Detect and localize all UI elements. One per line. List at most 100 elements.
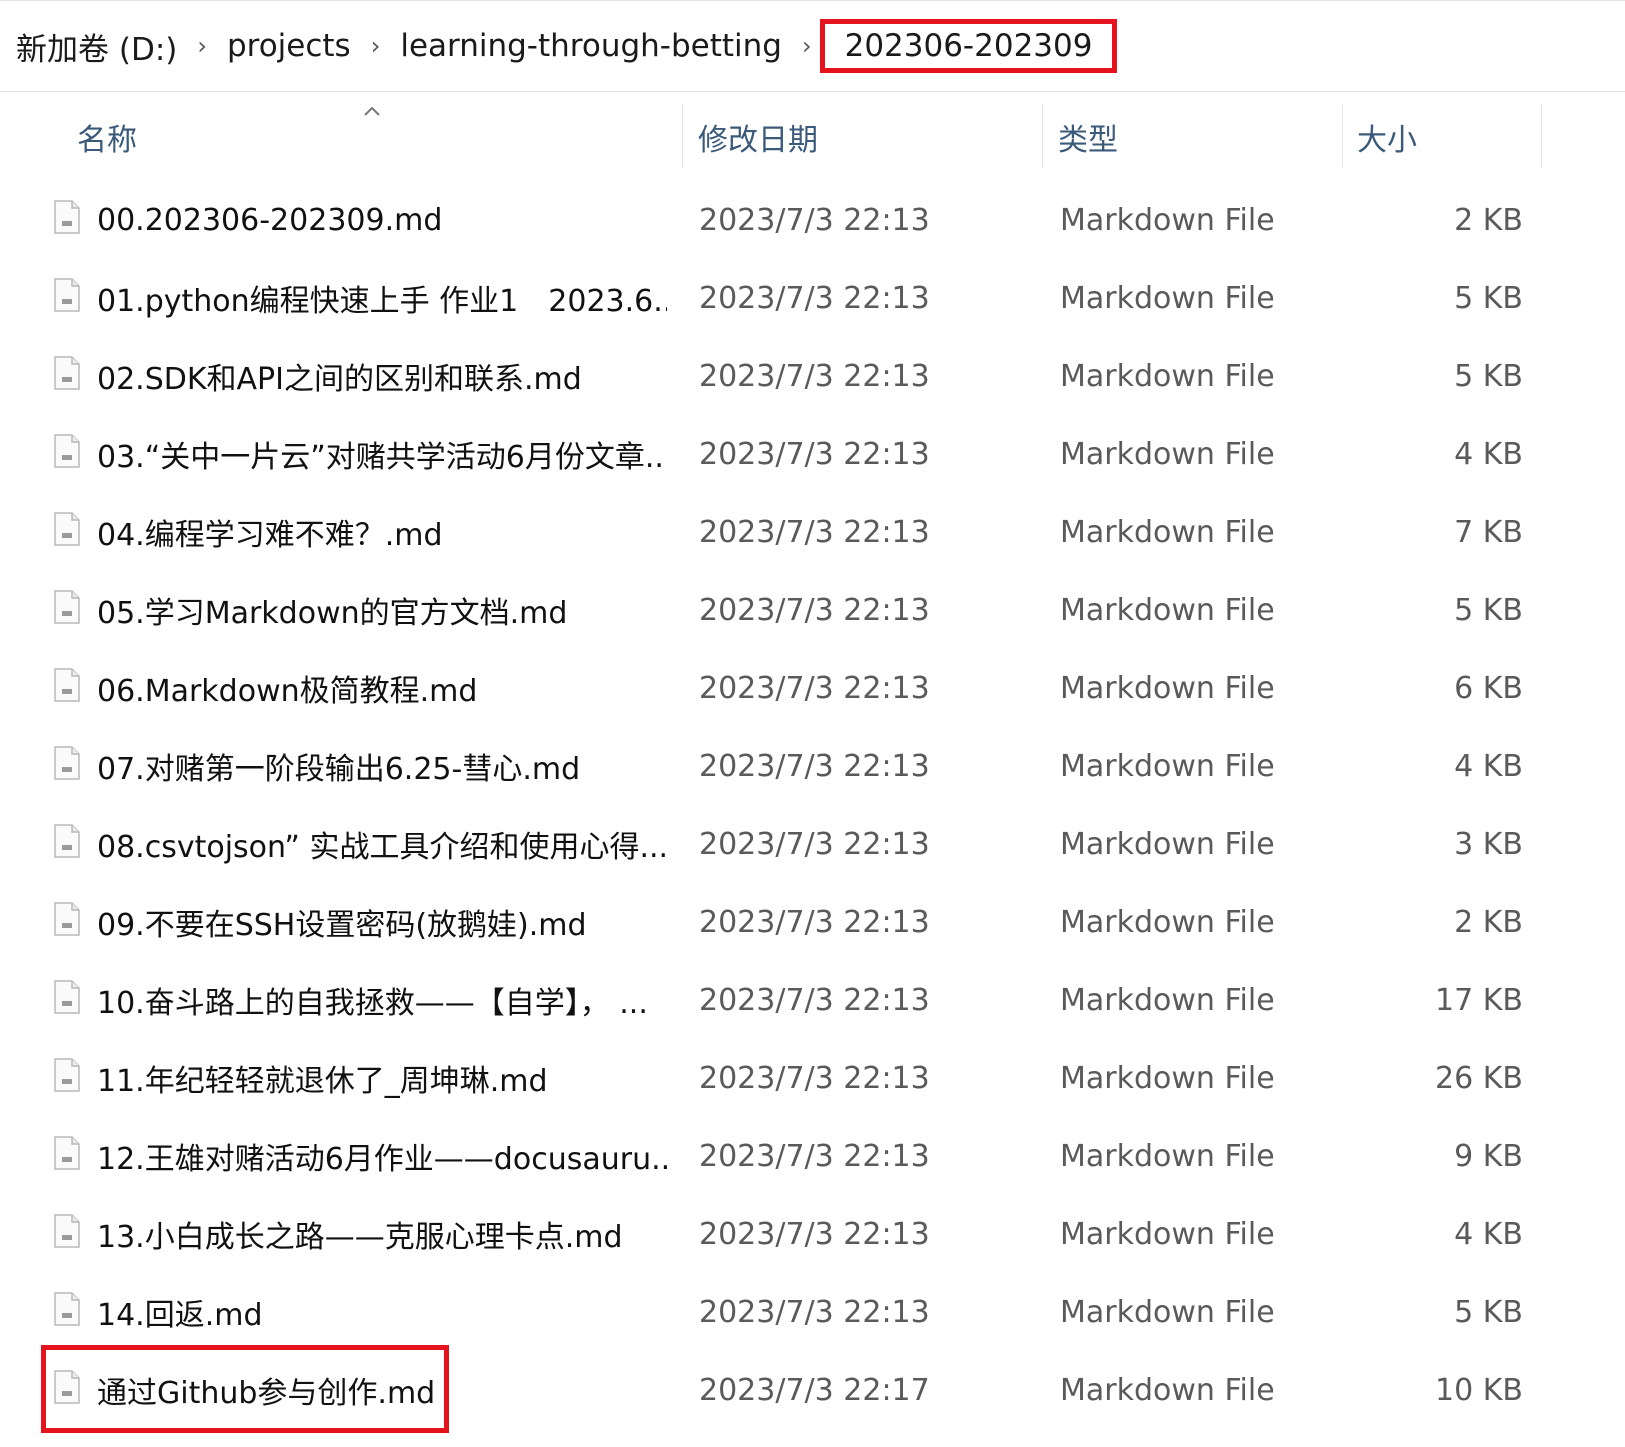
markdown-file-icon bbox=[54, 980, 80, 1014]
file-modified-date: 2023/7/3 22:13 bbox=[699, 826, 930, 862]
file-explorer-window: 新加卷 (D:) › projects › learning-through-b… bbox=[0, 0, 1625, 1447]
file-row[interactable]: 01.python编程快速上手 作业1 2023.6.... 2023/7/3 2… bbox=[0, 259, 1625, 337]
markdown-file-icon bbox=[54, 824, 80, 858]
file-name: 03.“关中一片云”对赌共学活动6月份文章.... bbox=[97, 440, 667, 475]
markdown-file-icon bbox=[54, 1058, 80, 1092]
markdown-file-icon bbox=[54, 902, 80, 936]
file-modified-date: 2023/7/3 22:13 bbox=[699, 436, 930, 472]
file-size: 7 KB bbox=[1454, 514, 1523, 550]
file-row[interactable]: 00.202306-202309.md 2023/7/3 22:13 Markdow… bbox=[0, 181, 1625, 259]
markdown-file-icon bbox=[54, 434, 80, 468]
file-row[interactable]: 04.编程学习难不难？.md 2023/7/3 22:13 Markdown Fil… bbox=[0, 493, 1625, 571]
file-name: 11.年纪轻轻就退休了_周坤琳.md bbox=[97, 1064, 548, 1099]
file-type: Markdown File bbox=[1060, 1294, 1275, 1330]
file-type: Markdown File bbox=[1060, 982, 1275, 1018]
column-header-type[interactable]: 类型 bbox=[1058, 104, 1118, 170]
markdown-file-icon bbox=[54, 278, 80, 312]
file-size: 5 KB bbox=[1454, 1294, 1523, 1330]
file-row[interactable]: 07.对赌第一阶段输出6.25-彗心.md 2023/7/3 22:13 Markd… bbox=[0, 727, 1625, 805]
breadcrumb-item-projects[interactable]: projects bbox=[227, 28, 351, 64]
file-name: 00.202306-202309.md bbox=[97, 202, 443, 238]
markdown-file-icon bbox=[54, 1136, 80, 1170]
file-modified-date: 2023/7/3 22:13 bbox=[699, 514, 930, 550]
file-size: 9 KB bbox=[1454, 1138, 1523, 1174]
file-modified-date: 2023/7/3 22:13 bbox=[699, 670, 930, 706]
markdown-file-icon bbox=[54, 512, 80, 546]
column-divider[interactable] bbox=[1541, 104, 1542, 168]
file-list: 00.202306-202309.md 2023/7/3 22:13 Markdow… bbox=[0, 181, 1625, 1429]
file-row[interactable]: 14.回返.md 2023/7/3 22:13 Markdown File 5 KB bbox=[0, 1273, 1625, 1351]
file-size: 6 KB bbox=[1454, 670, 1523, 706]
markdown-file-icon bbox=[54, 356, 80, 390]
column-header-name[interactable]: 名称 bbox=[77, 104, 137, 170]
file-row[interactable]: 通过Github参与创作.md 2023/7/3 22:17 Markdown Fi… bbox=[0, 1351, 1625, 1429]
column-header-size[interactable]: 大小 bbox=[1357, 104, 1417, 170]
file-row[interactable]: 02.SDK和API之间的区别和联系.md 2023/7/3 22:13 Markd… bbox=[0, 337, 1625, 415]
file-type: Markdown File bbox=[1060, 748, 1275, 784]
file-size: 2 KB bbox=[1454, 202, 1523, 238]
file-name: 14.回返.md bbox=[97, 1298, 263, 1333]
file-type: Markdown File bbox=[1060, 280, 1275, 316]
markdown-file-icon bbox=[54, 746, 80, 780]
file-modified-date: 2023/7/3 22:13 bbox=[699, 592, 930, 628]
breadcrumb-current-label: 202306-202309 bbox=[844, 28, 1093, 64]
breadcrumb: 新加卷 (D:) › projects › learning-through-b… bbox=[0, 0, 1625, 92]
file-type: Markdown File bbox=[1060, 904, 1275, 940]
markdown-file-icon bbox=[54, 1292, 80, 1326]
file-type: Markdown File bbox=[1060, 592, 1275, 628]
file-name: 09.不要在SSH设置密码(放鹅娃).md bbox=[97, 908, 587, 943]
file-row[interactable]: 11.年纪轻轻就退休了_周坤琳.md 2023/7/3 22:13 Markdown… bbox=[0, 1039, 1625, 1117]
column-divider[interactable] bbox=[1042, 104, 1043, 168]
file-name: 12.王雄对赌活动6月作业——docusauru... bbox=[97, 1142, 667, 1177]
file-size: 5 KB bbox=[1454, 592, 1523, 628]
file-name: 13.小白成长之路——克服心理卡点.md bbox=[97, 1220, 623, 1255]
markdown-file-icon bbox=[54, 668, 80, 702]
file-modified-date: 2023/7/3 22:13 bbox=[699, 1294, 930, 1330]
file-name: 01.python编程快速上手 作业1 2023.6.... bbox=[97, 284, 667, 319]
file-row[interactable]: 08.csvtojson” 实战工具介绍和使用心得.... 2023/7/3 22… bbox=[0, 805, 1625, 883]
file-row[interactable]: 13.小白成长之路——克服心理卡点.md 2023/7/3 22:13 Markdo… bbox=[0, 1195, 1625, 1273]
column-header-row: 名称 修改日期 类型 大小 bbox=[0, 104, 1625, 170]
markdown-file-icon bbox=[54, 200, 80, 234]
file-name: 07.对赌第一阶段输出6.25-彗心.md bbox=[97, 752, 581, 787]
file-modified-date: 2023/7/3 22:13 bbox=[699, 982, 930, 1018]
breadcrumb-current-folder[interactable]: 202306-202309 bbox=[819, 19, 1118, 73]
file-name: 06.Markdown极简教程.md bbox=[97, 674, 478, 709]
file-modified-date: 2023/7/3 22:13 bbox=[699, 202, 930, 238]
file-type: Markdown File bbox=[1060, 1138, 1275, 1174]
file-name: 10.奋斗路上的自我拯救——【自学】， ... bbox=[97, 986, 648, 1021]
breadcrumb-item-drive[interactable]: 新加卷 (D:) bbox=[16, 24, 177, 69]
file-modified-date: 2023/7/3 22:17 bbox=[699, 1372, 930, 1408]
markdown-file-icon bbox=[54, 1370, 80, 1404]
file-type: Markdown File bbox=[1060, 202, 1275, 238]
file-row[interactable]: 03.“关中一片云”对赌共学活动6月份文章.... 2023/7/3 22:13 M… bbox=[0, 415, 1625, 493]
file-name: 通过Github参与创作.md bbox=[97, 1376, 436, 1411]
file-name: 04.编程学习难不难？.md bbox=[97, 518, 443, 553]
file-type: Markdown File bbox=[1060, 1060, 1275, 1096]
file-type: Markdown File bbox=[1060, 358, 1275, 394]
column-divider[interactable] bbox=[682, 104, 683, 168]
file-row[interactable]: 12.王雄对赌活动6月作业——docusauru... 2023/7/3 22:1… bbox=[0, 1117, 1625, 1195]
file-row[interactable]: 06.Markdown极简教程.md 2023/7/3 22:13 Markdown… bbox=[0, 649, 1625, 727]
chevron-right-icon[interactable]: › bbox=[802, 32, 812, 60]
file-type: Markdown File bbox=[1060, 1372, 1275, 1408]
file-size: 5 KB bbox=[1454, 358, 1523, 394]
file-name: 08.csvtojson” 实战工具介绍和使用心得.... bbox=[97, 830, 667, 865]
chevron-right-icon[interactable]: › bbox=[197, 32, 207, 60]
file-name: 02.SDK和API之间的区别和联系.md bbox=[97, 362, 582, 397]
file-name: 05.学习Markdown的官方文档.md bbox=[97, 596, 568, 631]
file-modified-date: 2023/7/3 22:13 bbox=[699, 358, 930, 394]
file-size: 2 KB bbox=[1454, 904, 1523, 940]
markdown-file-icon bbox=[54, 590, 80, 624]
column-header-date[interactable]: 修改日期 bbox=[698, 104, 818, 170]
breadcrumb-item-learning-through-betting[interactable]: learning-through-betting bbox=[400, 28, 782, 64]
file-size: 17 KB bbox=[1435, 982, 1523, 1018]
file-row[interactable]: 05.学习Markdown的官方文档.md 2023/7/3 22:13 Markd… bbox=[0, 571, 1625, 649]
file-type: Markdown File bbox=[1060, 826, 1275, 862]
file-modified-date: 2023/7/3 22:13 bbox=[699, 1060, 930, 1096]
column-divider[interactable] bbox=[1342, 104, 1343, 168]
file-row[interactable]: 10.奋斗路上的自我拯救——【自学】， ... 2023/7/3 22:13 Mar… bbox=[0, 961, 1625, 1039]
file-row[interactable]: 09.不要在SSH设置密码(放鹅娃).md 2023/7/3 22:13 Markd… bbox=[0, 883, 1625, 961]
chevron-right-icon[interactable]: › bbox=[371, 32, 381, 60]
file-type: Markdown File bbox=[1060, 436, 1275, 472]
